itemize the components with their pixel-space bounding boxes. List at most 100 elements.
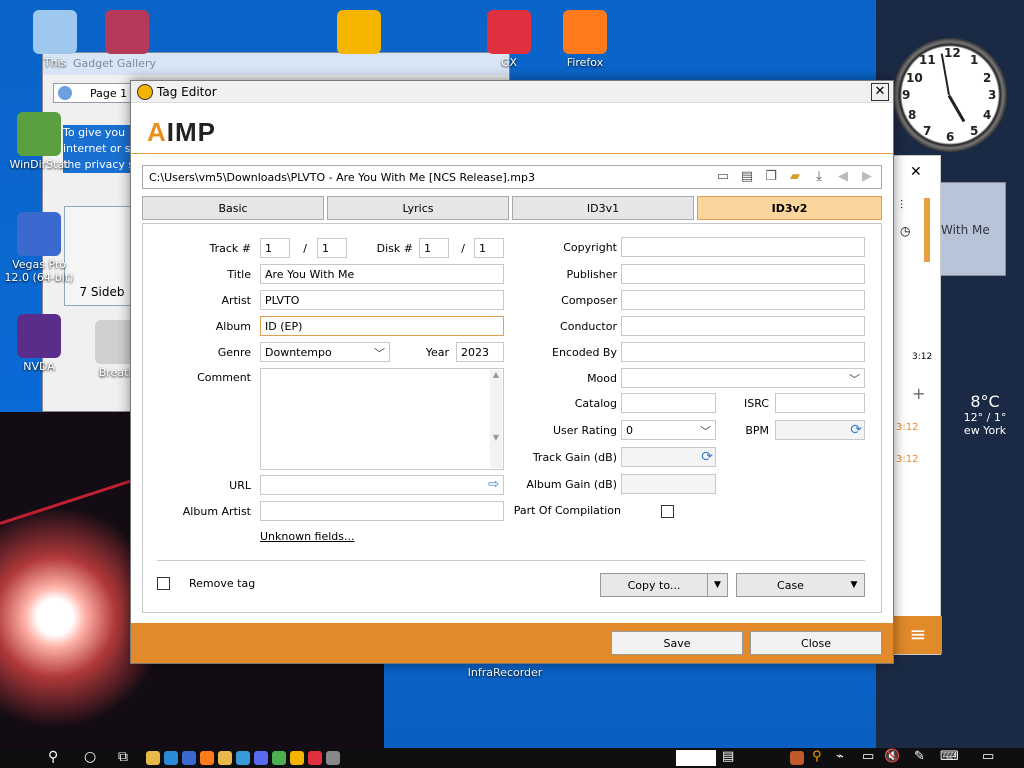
desktop-icon[interactable] <box>88 10 166 56</box>
close-window-button[interactable]: ✕ <box>871 83 889 101</box>
album-field[interactable]: ID (EP) <box>260 316 504 336</box>
volume-muted-icon[interactable]: 🔇 <box>884 749 900 764</box>
aimp-side-card[interactable]: With Me <box>940 182 1006 276</box>
catalog-field[interactable] <box>621 393 716 413</box>
genre-dropdown[interactable]: Downtempo ﹀ <box>260 342 390 362</box>
gadget-page-indicator[interactable]: Page 1 <box>53 83 133 103</box>
composer-field[interactable] <box>621 290 865 310</box>
comment-textarea[interactable]: ▲ ▼ <box>260 368 504 470</box>
desktop-icon[interactable]: WinDirStat <box>0 112 78 171</box>
app-icon <box>17 212 61 256</box>
id3v2-panel: Track # 1 / 1 Disk # 1 / 1 Title Are You… <box>142 223 882 613</box>
desktop-icon[interactable]: This <box>16 10 94 69</box>
track-gain-field[interactable]: ⟳ <box>621 447 716 467</box>
year-field[interactable]: 2023 <box>456 342 504 362</box>
disk-total-field[interactable]: 1 <box>474 238 504 258</box>
isrc-field[interactable] <box>775 393 865 413</box>
close-button[interactable]: Close <box>750 631 882 655</box>
next-icon[interactable]: ▶ <box>859 169 875 185</box>
clock-number: 1 <box>970 53 979 67</box>
compilation-checkbox[interactable] <box>661 505 674 518</box>
title-field[interactable]: Are You With Me <box>260 264 504 284</box>
disk-label: Disk # <box>376 242 413 255</box>
url-field[interactable]: ⇨ <box>260 475 504 495</box>
copyright-field[interactable] <box>621 237 865 257</box>
app-icon[interactable] <box>182 751 196 765</box>
desktop-icon[interactable]: NVDA <box>0 314 78 373</box>
remove-tag-checkbox[interactable] <box>157 577 170 590</box>
aimp-icon[interactable] <box>290 751 304 765</box>
app-icon[interactable] <box>326 751 340 765</box>
news-icon[interactable]: ▤ <box>722 749 734 764</box>
copyright-label: Copyright <box>563 241 617 254</box>
folder-icon[interactable] <box>218 751 232 765</box>
tab-basic[interactable]: Basic <box>142 196 324 220</box>
publisher-field[interactable] <box>621 264 865 284</box>
folder-icon[interactable]: ▰ <box>787 169 803 185</box>
file-properties-icon[interactable]: ▤ <box>739 169 755 185</box>
copy-to-button[interactable]: Copy to... ▼ <box>600 573 728 597</box>
arrow-left-icon[interactable] <box>58 86 72 100</box>
bpm-field[interactable]: ⟳ <box>775 420 865 440</box>
copy-icon[interactable]: ❐ <box>763 169 779 185</box>
app-icon[interactable] <box>236 751 250 765</box>
tab-lyrics[interactable]: Lyrics <box>327 196 509 220</box>
equalizer-icon[interactable]: ⫶ <box>900 198 903 213</box>
cortana-icon[interactable]: ○ <box>84 749 96 765</box>
previous-icon[interactable]: ◀ <box>835 169 851 185</box>
pen-icon[interactable]: ✎ <box>914 749 925 764</box>
mood-dropdown[interactable]: ﹀ <box>621 368 865 388</box>
slash-label: / <box>461 242 465 255</box>
firefox-icon[interactable] <box>200 751 214 765</box>
file-explorer-icon[interactable] <box>146 751 160 765</box>
refresh-icon[interactable]: ⟳ <box>850 422 862 438</box>
chevron-down-icon[interactable]: ▼ <box>707 574 727 596</box>
user-rating-dropdown[interactable]: 0 ﹀ <box>621 420 716 440</box>
tab-id3v2[interactable]: ID3v2 <box>697 196 882 220</box>
tab-id3v1[interactable]: ID3v1 <box>512 196 694 220</box>
download-icon[interactable]: ⤓ <box>811 169 827 185</box>
keyboard-icon[interactable]: ⌨ <box>940 749 959 764</box>
desktop-icon[interactable]: GX <box>470 10 548 69</box>
save-button[interactable]: Save <box>611 631 743 655</box>
discord-icon[interactable] <box>254 751 268 765</box>
opera-icon[interactable] <box>308 751 322 765</box>
unknown-fields-link[interactable]: Unknown fields... <box>260 530 355 543</box>
refresh-icon[interactable]: ⟳ <box>701 449 713 465</box>
case-button[interactable]: Case ▼ <box>736 573 865 597</box>
network-icon[interactable]: ⌁ <box>836 749 844 764</box>
conductor-field[interactable] <box>621 316 865 336</box>
comment-scrollbar[interactable]: ▲ ▼ <box>490 370 502 468</box>
timer-icon[interactable]: ◷ <box>900 224 910 238</box>
disk-number-field[interactable]: 1 <box>419 238 449 258</box>
menu-icon[interactable]: ≡ <box>894 616 942 654</box>
track-number-field[interactable]: 1 <box>260 238 290 258</box>
track-total-field[interactable]: 1 <box>317 238 347 258</box>
desktop-icon[interactable] <box>320 10 398 56</box>
add-icon[interactable]: + <box>912 384 925 403</box>
power-icon[interactable]: ▭ <box>862 749 874 764</box>
clock-number: 6 <box>946 130 955 144</box>
encoded-by-field[interactable] <box>621 342 865 362</box>
task-view-icon[interactable]: ⧉ <box>118 749 128 765</box>
aimp-logo: AIMP <box>147 117 217 147</box>
artist-field[interactable]: PLVTO <box>260 290 504 310</box>
search-icon[interactable]: ⚲ <box>48 749 58 765</box>
volume-bar[interactable] <box>924 198 930 262</box>
chrome-icon[interactable] <box>272 751 286 765</box>
notification-icon[interactable]: ▭ <box>982 749 994 764</box>
desktop-icon[interactable]: Vegas Pro 12.0 (64-bit) <box>0 212 78 284</box>
track-label: Track # <box>209 242 252 255</box>
tray-app-icon[interactable] <box>790 751 804 765</box>
aimp-side-panel[interactable]: ✕ ⫶ ◷ 3:12 + 3:12 3:12 ≡ <box>893 155 942 655</box>
search-tray-icon[interactable]: ⚲ <box>812 749 822 764</box>
album-gain-field[interactable] <box>621 474 716 494</box>
album-artist-field[interactable] <box>260 501 504 521</box>
arrow-right-icon[interactable]: ⇨ <box>488 477 499 492</box>
title-bar[interactable]: Tag Editor ✕ <box>131 81 893 103</box>
close-icon[interactable]: ✕ <box>910 164 922 180</box>
browser-icon[interactable] <box>164 751 178 765</box>
desktop-icon[interactable]: Firefox <box>546 10 624 69</box>
chevron-down-icon: ▼ <box>850 580 858 590</box>
file-info-icon[interactable]: ▭ <box>715 169 731 185</box>
